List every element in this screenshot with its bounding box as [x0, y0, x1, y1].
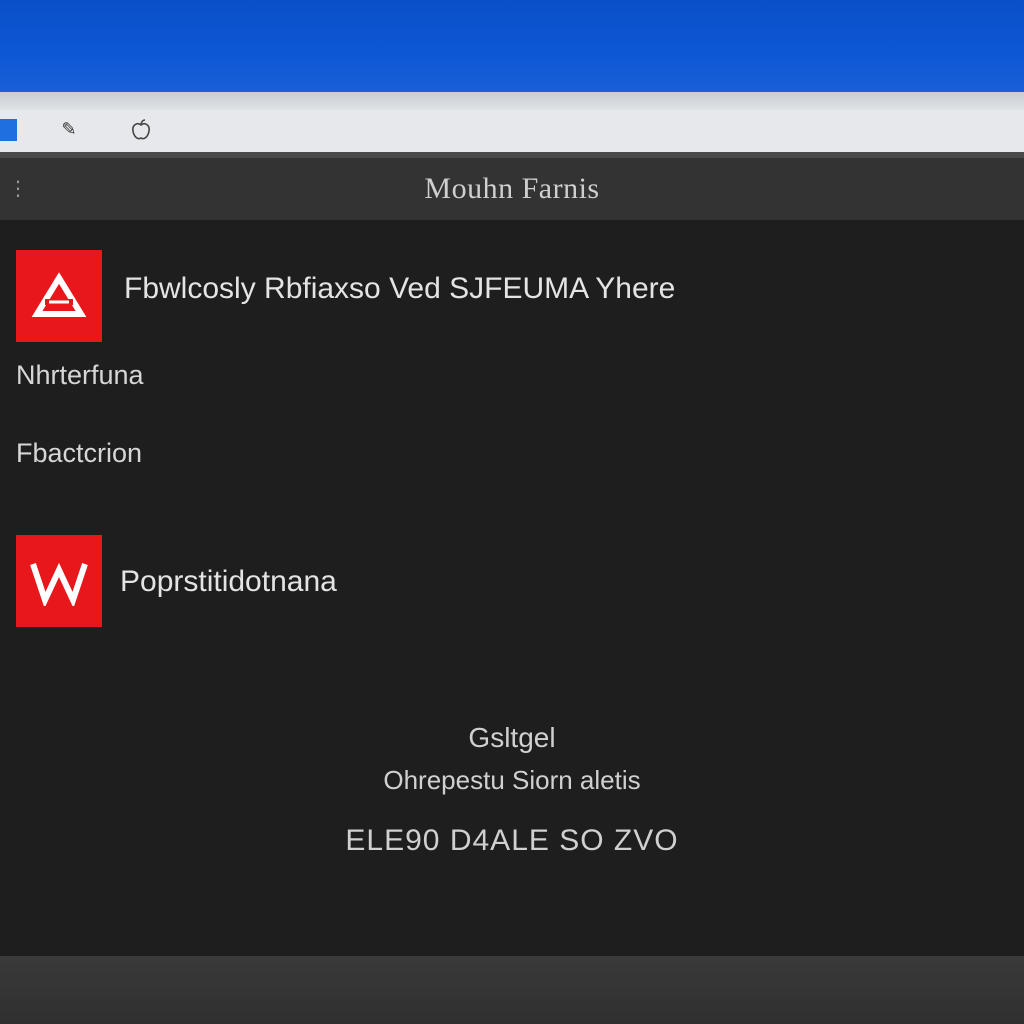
apple-icon[interactable] [130, 118, 152, 142]
list-item[interactable]: Fbactcrion [16, 438, 142, 469]
active-tab-indicator[interactable] [0, 119, 17, 141]
toolbar: ✎ [0, 110, 1024, 153]
footer-subtitle: Ohrepestu Siorn aletis [383, 765, 641, 795]
edit-icon[interactable]: ✎ [58, 118, 80, 142]
triangle-logo-icon[interactable] [16, 250, 102, 342]
item-title[interactable]: Poprstitidotnana [120, 565, 337, 599]
window-title: Mouhn Farnis [424, 172, 600, 205]
footer-code: ELE90 D4ALE SO ZVO [345, 824, 679, 857]
desktop-background [0, 0, 1024, 92]
title-bar: ⋮ Mouhn Farnis [0, 158, 1024, 220]
list-item[interactable]: Nhrterfuna [16, 360, 144, 391]
item-title[interactable]: Fbwlcosly Rbfiaxso Ved SJFEUMA Yhere [124, 272, 675, 306]
w-logo-icon[interactable] [16, 535, 102, 627]
taskbar [0, 956, 1024, 1024]
main-panel: Fbwlcosly Rbfiaxso Ved SJFEUMA Yhere Nhr… [0, 220, 1024, 956]
footer-heading: Gsltgel [468, 722, 556, 753]
window-frame [0, 92, 1024, 110]
